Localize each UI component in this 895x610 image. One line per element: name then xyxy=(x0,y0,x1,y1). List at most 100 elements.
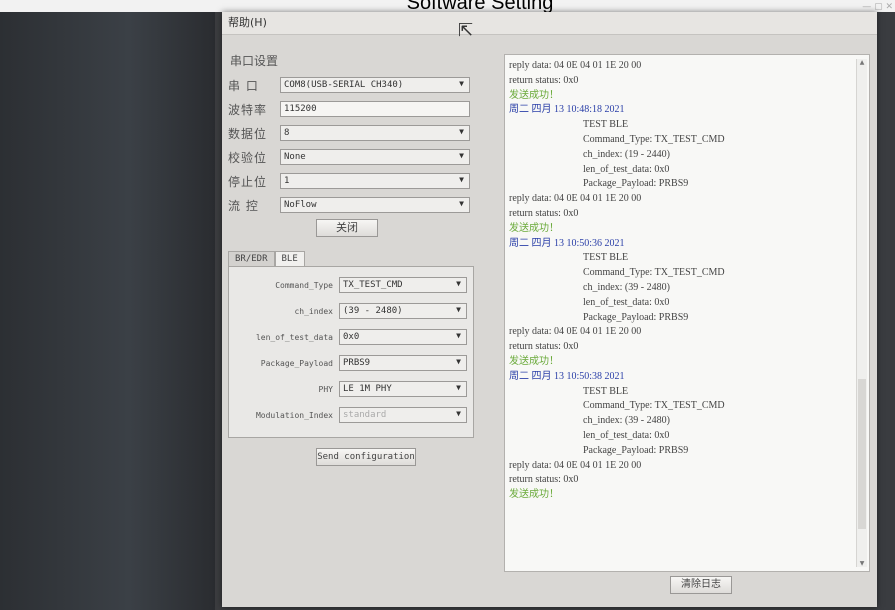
menu-help[interactable]: 帮助(H) xyxy=(228,16,267,29)
scrollbar-thumb[interactable] xyxy=(858,379,866,529)
log-line: reply data: 04 0E 04 01 1E 20 00 xyxy=(509,326,642,338)
flow-value: NoFlow xyxy=(284,200,317,210)
databits-select[interactable]: 8 ▼ xyxy=(280,125,470,141)
log-line: Command_Type: TX_TEST_CMD xyxy=(583,133,725,145)
log-line: return status: 0x0 xyxy=(509,474,579,486)
log-lines: reply data: 04 0E 04 01 1E 20 00 return s… xyxy=(509,59,853,503)
mode-tabs: BR/EDR BLE xyxy=(228,251,492,266)
package-payload-row: Package_Payload PRBS9 ▼ xyxy=(235,353,467,373)
baud-input[interactable]: 115200 xyxy=(280,101,470,117)
log-line: 周二 四月 13 10:50:38 2021 xyxy=(509,370,625,382)
modulation-index-label: Modulation_Index xyxy=(255,410,333,420)
command-type-row: Command_Type TX_TEST_CMD ▼ xyxy=(235,275,467,295)
settings-panel: 串口设置 串 口 COM8(USB-SERIAL CH340) ▼ 波特率 11… xyxy=(228,52,492,466)
window-controls[interactable]: — ▢ ✕ xyxy=(862,2,893,12)
desk-background-right xyxy=(875,0,895,610)
log-line: reply data: 04 0E 04 01 1E 20 00 xyxy=(509,193,642,205)
package-payload-select[interactable]: PRBS9 ▼ xyxy=(339,355,467,371)
log-output[interactable]: reply data: 04 0E 04 01 1E 20 00 return s… xyxy=(504,54,870,572)
chevron-down-icon: ▼ xyxy=(456,279,461,288)
databits-row: 数据位 8 ▼ xyxy=(228,123,492,143)
databits-label: 数据位 xyxy=(228,126,268,141)
command-type-label: Command_Type xyxy=(275,280,333,290)
baud-label: 波特率 xyxy=(228,102,268,117)
chevron-down-icon: ▼ xyxy=(456,331,461,340)
modulation-index-row: Modulation_Index standard ▼ xyxy=(235,405,467,425)
stopbits-select[interactable]: 1 ▼ xyxy=(280,173,470,189)
port-select[interactable]: COM8(USB-SERIAL CH340) ▼ xyxy=(280,77,470,93)
chevron-down-icon: ▼ xyxy=(459,79,464,88)
log-line: ch_index: (39 - 2480) xyxy=(583,415,670,427)
parity-label: 校验位 xyxy=(228,150,268,165)
log-line: TEST BLE xyxy=(583,252,629,264)
log-line: Command_Type: TX_TEST_CMD xyxy=(583,267,725,279)
stopbits-label: 停止位 xyxy=(228,174,268,189)
len-of-test-data-label: len_of_test_data xyxy=(255,332,333,342)
log-line: Command_Type: TX_TEST_CMD xyxy=(583,400,725,412)
log-line: TEST BLE xyxy=(583,119,629,131)
log-line: len_of_test_data: 0x0 xyxy=(583,429,670,441)
log-line: len_of_test_data: 0x0 xyxy=(583,296,670,308)
port-label: 串 口 xyxy=(228,78,259,93)
stopbits-value: 1 xyxy=(284,176,290,186)
desk-background xyxy=(0,0,215,610)
chevron-down-icon: ▼ xyxy=(459,175,464,184)
port-value: COM8(USB-SERIAL CH340) xyxy=(284,80,404,90)
tab-br-edr[interactable]: BR/EDR xyxy=(228,251,275,266)
log-line: 发送成功！ xyxy=(509,355,559,367)
serial-group-title: 串口设置 xyxy=(230,54,279,68)
phy-label: PHY xyxy=(318,384,333,394)
parity-row: 校验位 None ▼ xyxy=(228,147,492,167)
log-line: Package_Payload: PRBS9 xyxy=(583,444,689,456)
port-row: 串 口 COM8(USB-SERIAL CH340) ▼ xyxy=(228,75,492,95)
log-line: len_of_test_data: 0x0 xyxy=(583,163,670,175)
tab-ble[interactable]: BLE xyxy=(274,251,305,266)
app-window: 帮助(H) 串口设置 串 口 COM8(USB-SERIAL CH340) ▼ … xyxy=(222,12,877,607)
log-line: 发送成功！ xyxy=(509,222,559,234)
send-configuration-button[interactable]: Send configuration xyxy=(316,448,416,466)
close-port-button[interactable]: 关闭 xyxy=(316,219,378,237)
log-line: return status: 0x0 xyxy=(509,74,579,86)
modulation-index-select: standard ▼ xyxy=(339,407,467,423)
ch-index-value: (39 - 2480) xyxy=(343,306,403,316)
ble-panel: Command_Type TX_TEST_CMD ▼ ch_index (39 … xyxy=(228,266,474,438)
scroll-down-icon[interactable]: ▼ xyxy=(857,560,867,567)
log-line: ch_index: (19 - 2440) xyxy=(583,148,670,160)
ch-index-select[interactable]: (39 - 2480) ▼ xyxy=(339,303,467,319)
flow-row: 流 控 NoFlow ▼ xyxy=(228,195,492,215)
log-line: return status: 0x0 xyxy=(509,341,579,353)
phy-select[interactable]: LE 1M PHY ▼ xyxy=(339,381,467,397)
log-line: Package_Payload: PRBS9 xyxy=(583,311,689,323)
stopbits-row: 停止位 1 ▼ xyxy=(228,171,492,191)
command-type-select[interactable]: TX_TEST_CMD ▼ xyxy=(339,277,467,293)
ch-index-row: ch_index (39 - 2480) ▼ xyxy=(235,301,467,321)
len-of-test-data-select[interactable]: 0x0 ▼ xyxy=(339,329,467,345)
log-line: 发送成功！ xyxy=(509,89,559,101)
scroll-up-icon[interactable]: ▲ xyxy=(857,59,867,66)
package-payload-label: Package_Payload xyxy=(260,358,333,368)
chevron-down-icon: ▼ xyxy=(456,357,461,366)
chevron-down-icon: ▼ xyxy=(459,127,464,136)
flow-select[interactable]: NoFlow ▼ xyxy=(280,197,470,213)
log-scrollbar[interactable]: ▲ ▼ xyxy=(856,59,867,567)
parity-value: None xyxy=(284,152,306,162)
parity-select[interactable]: None ▼ xyxy=(280,149,470,165)
log-line: TEST BLE xyxy=(583,385,629,397)
flow-label: 流 控 xyxy=(228,198,259,213)
command-type-value: TX_TEST_CMD xyxy=(343,280,403,290)
chevron-down-icon: ▼ xyxy=(456,383,461,392)
modulation-index-value: standard xyxy=(343,410,387,420)
chevron-down-icon: ▼ xyxy=(456,409,461,418)
log-line: 周二 四月 13 10:48:18 2021 xyxy=(509,104,625,116)
clear-log-button[interactable]: 清除日志 xyxy=(670,576,732,594)
len-of-test-data-value: 0x0 xyxy=(343,332,360,342)
chevron-down-icon: ▼ xyxy=(456,305,461,314)
len-of-test-data-row: len_of_test_data 0x0 ▼ xyxy=(235,327,467,347)
log-line: 周二 四月 13 10:50:36 2021 xyxy=(509,237,625,249)
package-payload-value: PRBS9 xyxy=(343,358,371,368)
log-line: Package_Payload: PRBS9 xyxy=(583,178,689,190)
mouse-cursor-icon: ⇱ xyxy=(458,20,474,41)
menubar: 帮助(H) xyxy=(222,12,877,35)
ch-index-label: ch_index xyxy=(294,306,333,316)
log-line: return status: 0x0 xyxy=(509,207,579,219)
